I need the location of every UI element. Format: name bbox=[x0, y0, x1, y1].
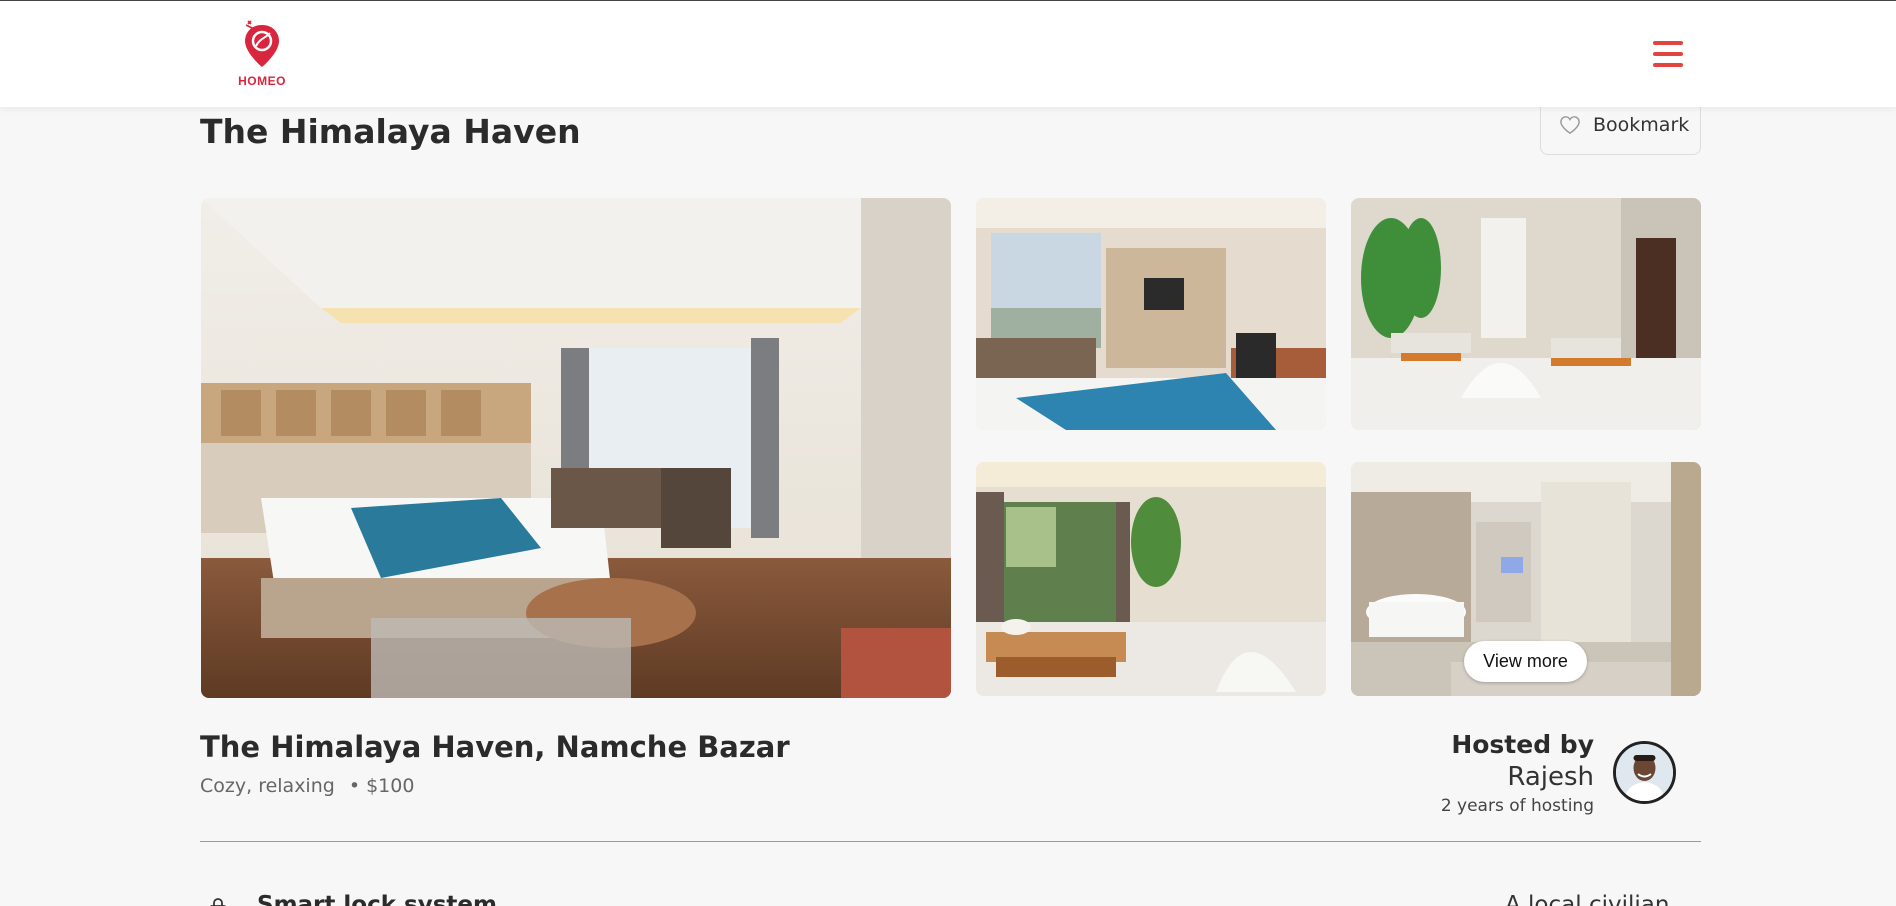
host-experience: 2 years of hosting bbox=[1440, 796, 1594, 816]
gallery-photo[interactable] bbox=[976, 462, 1326, 696]
bedroom-photo bbox=[201, 198, 951, 698]
host-name[interactable]: Rajesh bbox=[1441, 760, 1594, 794]
hamburger-bar bbox=[1653, 52, 1683, 56]
gallery-photo[interactable] bbox=[976, 198, 1326, 430]
heart-outline-icon bbox=[1560, 116, 1580, 135]
lock-icon bbox=[209, 898, 227, 906]
spa-room-photo bbox=[1351, 198, 1701, 430]
person-portrait-icon bbox=[1616, 744, 1673, 801]
brand-logo[interactable]: HOMEO bbox=[232, 19, 292, 91]
main-photo[interactable] bbox=[201, 198, 951, 698]
host-avatar[interactable] bbox=[1613, 741, 1676, 804]
listing-full-name: The Himalaya Haven, Namche Bazar bbox=[200, 730, 790, 764]
hamburger-menu-icon bbox=[1653, 41, 1683, 45]
listing-meta: Cozy, relaxing • $100 bbox=[200, 775, 414, 797]
gallery-photo[interactable] bbox=[1351, 198, 1701, 430]
massage-room-photo bbox=[976, 462, 1326, 696]
hosted-by-label: Hosted by bbox=[1451, 730, 1594, 759]
host-info: Hosted by Rajesh 2 years of hosting bbox=[1441, 730, 1594, 818]
hamburger-menu-button[interactable] bbox=[1653, 41, 1683, 67]
living-room-photo bbox=[976, 198, 1326, 430]
bookmark-label: Bookmark bbox=[1593, 114, 1690, 136]
top-navbar: HOMEO bbox=[0, 0, 1896, 107]
hamburger-bar bbox=[1653, 63, 1683, 67]
location-pin-logo-icon bbox=[245, 20, 279, 67]
view-more-button[interactable]: View more bbox=[1464, 641, 1587, 682]
listing-price: • $100 bbox=[348, 775, 415, 797]
listing-tags: Cozy, relaxing bbox=[200, 775, 335, 797]
brand-name: HOMEO bbox=[238, 74, 286, 88]
page-title: The Himalaya Haven bbox=[200, 112, 581, 151]
amenity-local-civilian: A local civilian bbox=[1505, 892, 1670, 906]
amenity-smart-lock: Smart lock system bbox=[257, 892, 497, 906]
section-divider bbox=[200, 841, 1701, 842]
